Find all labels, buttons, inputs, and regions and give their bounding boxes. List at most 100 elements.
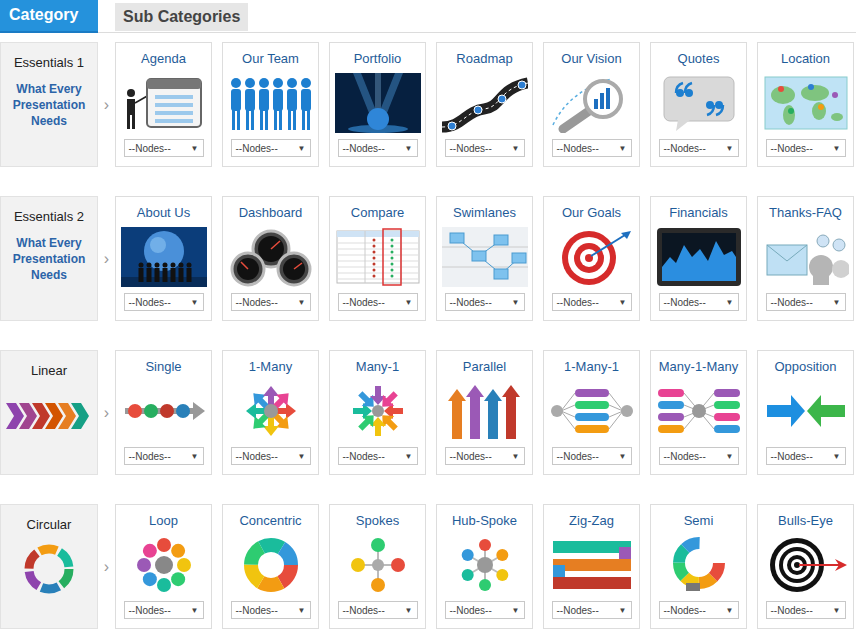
dropdown-value: --Nodes-- [450,143,492,154]
dropdown-value: --Nodes-- [129,143,171,154]
subcategory-card[interactable]: Thanks-FAQ--Nodes--▼ [757,196,854,321]
location-icon [763,73,849,133]
nodes-dropdown[interactable]: --Nodes-- ▼ [231,293,311,311]
subcategory-card[interactable]: Zig-Zag--Nodes--▼ [543,504,640,629]
subcategory-card[interactable]: Location --Nodes--▼ [757,42,854,167]
nodes-dropdown[interactable]: --Nodes--▼ [124,601,204,619]
quotes-icon [656,73,742,133]
category-box[interactable]: Circular [0,504,98,629]
subcategory-card[interactable]: Many-1--Nodes--▼ [329,350,426,475]
subcategory-card[interactable]: Our Team --Nodes--▼ [222,42,319,167]
nodes-dropdown[interactable]: --Nodes--▼ [659,293,739,311]
subcategory-list: Loop--Nodes--▼Concentric--Nodes--▼Spokes… [115,504,854,629]
nodes-dropdown[interactable]: --Nodes--▼ [445,601,525,619]
bullseye-icon [763,535,849,595]
subcategory-card[interactable]: Financials--Nodes--▼ [650,196,747,321]
card-title: Our Team [242,50,299,68]
portfolio-icon [335,73,421,133]
tab[interactable]: Category [0,0,98,33]
nodes-dropdown[interactable]: --Nodes--▼ [338,601,418,619]
nodes-dropdown[interactable]: --Nodes--▼ [766,447,846,465]
category-box[interactable]: Essentials 2What Every Presentation Need… [0,196,98,321]
category-name: Essentials 1 [14,55,84,71]
nodes-dropdown[interactable]: --Nodes--▼ [231,139,311,157]
cycle-icon [19,539,79,599]
subcategory-card[interactable]: About Us--Nodes--▼ [115,196,212,321]
nodes-dropdown[interactable]: --Nodes-- ▼ [552,601,632,619]
subcategory-card[interactable]: Compare --Nodes--▼ [329,196,426,321]
nodes-dropdown[interactable]: --Nodes--▼ [552,447,632,465]
subcategory-card[interactable]: Dashboard--Nodes--▼ [222,196,319,321]
nodes-dropdown[interactable]: --Nodes--▼ [445,293,525,311]
subcategory-card[interactable]: Our Vision--Nodes--▼ [543,42,640,167]
nodes-dropdown[interactable]: --Nodes--▼ [124,293,204,311]
nodes-dropdown[interactable]: --Nodes--▼ [445,139,525,157]
subcategory-card[interactable]: Loop--Nodes--▼ [115,504,212,629]
card-title: Location [781,50,830,68]
subcategory-card[interactable]: Hub-Spoke --Nodes--▼ [436,504,533,629]
dropdown-value: --Nodes-- [236,297,278,308]
nodes-dropdown[interactable]: --Nodes--▼ [231,447,311,465]
category-name: Circular [27,517,72,533]
tab[interactable]: Sub Categories [115,3,248,31]
subcategory-card[interactable]: Semi--Nodes--▼ [650,504,747,629]
nodes-dropdown[interactable]: --Nodes-- ▼ [338,139,418,157]
dropdown-value: --Nodes-- [557,451,599,462]
subcategory-card[interactable]: Swimlanes--Nodes--▼ [436,196,533,321]
dropdown-value: --Nodes-- [557,605,599,616]
nodes-dropdown[interactable]: --Nodes--▼ [124,447,204,465]
nodes-dropdown[interactable]: --Nodes--▼ [766,601,846,619]
subcategory-card[interactable]: Spokes --Nodes--▼ [329,504,426,629]
subcategory-card[interactable]: Agenda--Nodes--▼ [115,42,212,167]
nodes-dropdown[interactable]: --Nodes--▼ [338,293,418,311]
category-box[interactable]: Linear [0,350,98,475]
roadmap-icon [442,73,528,133]
nodes-dropdown[interactable]: --Nodes--▼ [552,293,632,311]
dropdown-arrow-icon: ▼ [405,144,413,153]
nodes-dropdown[interactable]: --Nodes--▼ [766,139,846,157]
subcategory-card[interactable]: 1-Many-1--Nodes--▼ [543,350,640,475]
dropdown-value: --Nodes-- [343,143,385,154]
subcategory-card[interactable]: Roadmap--Nodes--▼ [436,42,533,167]
nodes-dropdown[interactable]: --Nodes--▼ [659,601,739,619]
subcategory-card[interactable]: Concentric--Nodes--▼ [222,504,319,629]
dropdown-arrow-icon: ▼ [298,298,306,307]
category-row: Circular›Loop--Nodes--▼Concentric--Nodes… [0,504,856,629]
subcategory-card[interactable]: Our Goals--Nodes--▼ [543,196,640,321]
dropdown-arrow-icon: ▼ [191,606,199,615]
subcategory-card[interactable]: Quotes --Nodes--▼ [650,42,747,167]
nodes-dropdown[interactable]: --Nodes--▼ [231,601,311,619]
nodes-dropdown[interactable]: --Nodes--▼ [445,447,525,465]
dropdown-arrow-icon: ▼ [619,606,627,615]
card-title: Hub-Spoke [452,512,517,530]
subcategory-card[interactable]: Bulls-Eye--Nodes--▼ [757,504,854,629]
card-title: Compare [351,204,404,222]
card-title: 1-Many [249,358,292,376]
dropdown-arrow-icon: ▼ [726,606,734,615]
nodes-dropdown[interactable]: --Nodes--▼ [659,139,739,157]
row-arrow-icon: › [98,350,115,475]
zigzag-icon [549,535,635,595]
subcategory-list: Single--Nodes--▼1-Many--Nodes--▼Many-1--… [115,350,854,475]
concentric-icon [228,535,314,595]
nodes-dropdown[interactable]: --Nodes--▼ [338,447,418,465]
nodes-dropdown[interactable]: --Nodes--▼ [659,447,739,465]
nodes-dropdown[interactable]: --Nodes--▼ [766,293,846,311]
subcategory-card[interactable]: 1-Many --Nodes--▼ [222,350,319,475]
subcategory-card[interactable]: Opposition--Nodes--▼ [757,350,854,475]
category-box[interactable]: Essentials 1What Every Presentation Need… [0,42,98,167]
nodes-dropdown[interactable]: --Nodes--▼ [552,139,632,157]
subcategory-card[interactable]: Single--Nodes--▼ [115,350,212,475]
card-title: Quotes [678,50,720,68]
thanks-icon [763,227,849,287]
dropdown-arrow-icon: ▼ [405,452,413,461]
card-title: Spokes [356,512,399,530]
subcategory-card[interactable]: Parallel--Nodes--▼ [436,350,533,475]
category-browser: Category Sub Categories Essentials 1What E… [0,0,856,632]
nodes-dropdown[interactable]: --Nodes--▼ [124,139,204,157]
subcategory-card[interactable]: Many-1-Many--Nodes--▼ [650,350,747,475]
dashboard-icon [228,227,314,287]
dropdown-value: --Nodes-- [236,605,278,616]
subcategory-card[interactable]: Portfolio--Nodes--▼ [329,42,426,167]
vision-icon [549,73,635,133]
